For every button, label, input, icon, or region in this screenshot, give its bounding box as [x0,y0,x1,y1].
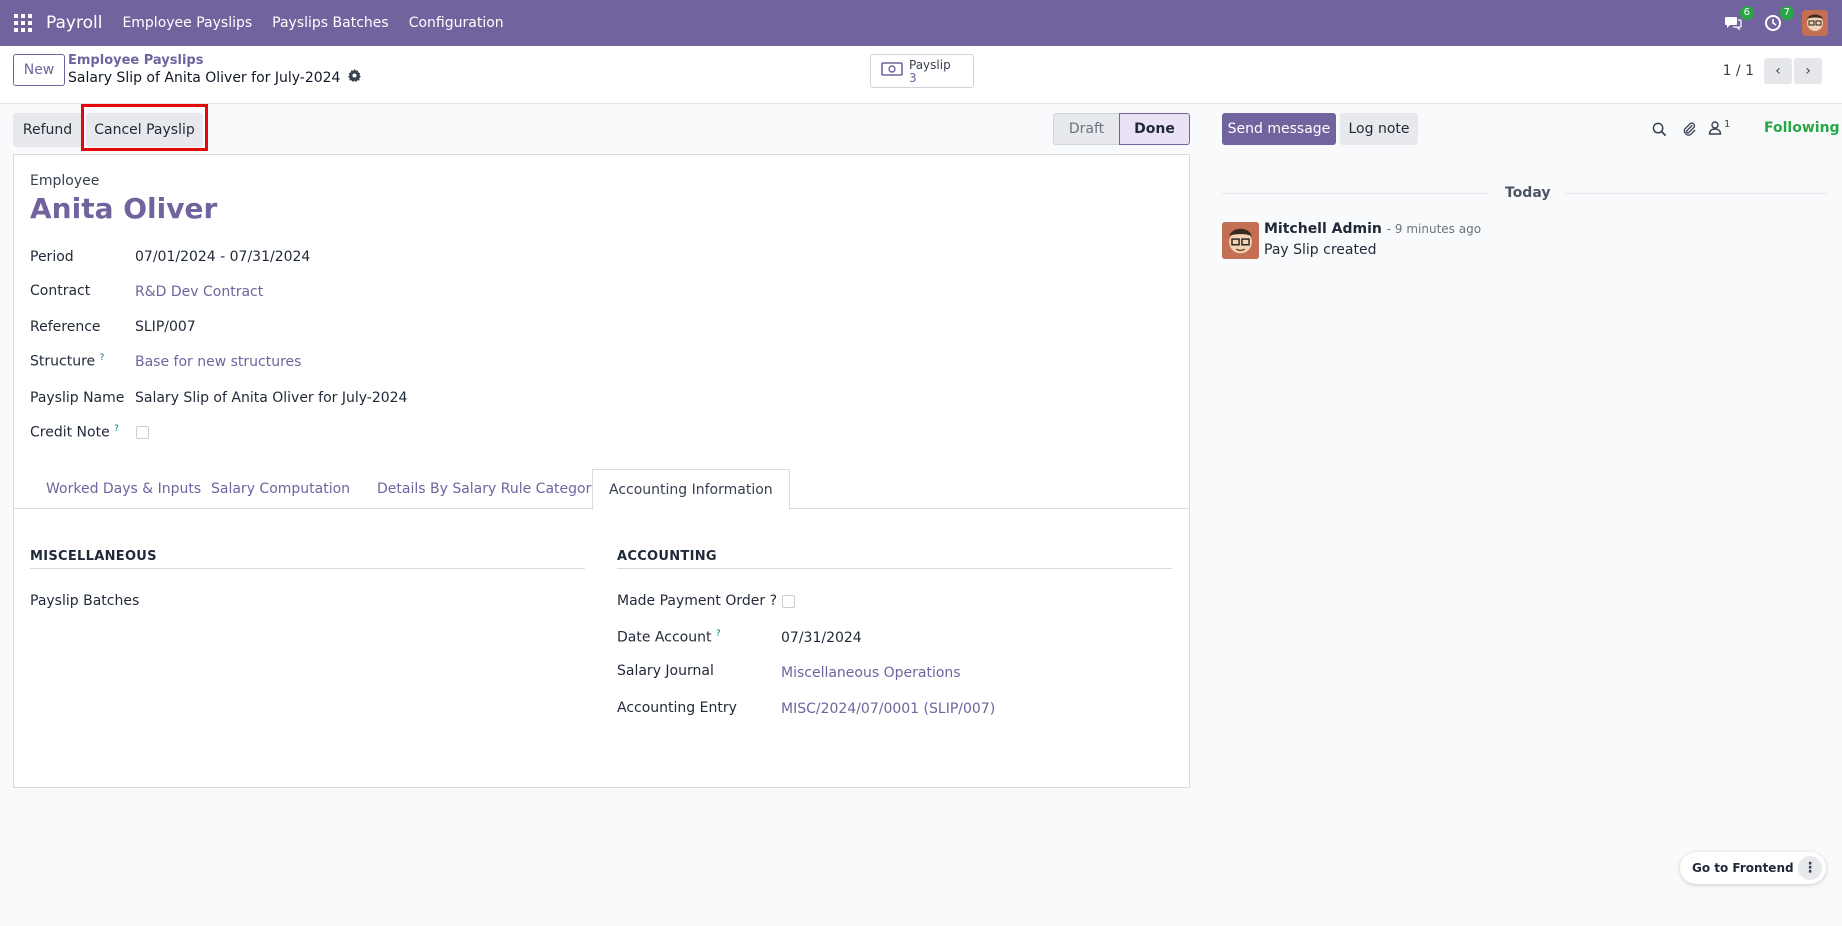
tab-details-by-category[interactable]: Details By Salary Rule Category [361,469,616,509]
log-note-button[interactable]: Log note [1340,113,1418,145]
contract-link[interactable]: R&D Dev Contract [135,284,263,300]
accounting-entry-label: Accounting Entry [617,700,737,716]
made-payment-checkbox[interactable] [782,595,795,608]
salary-journal-label: Salary Journal [617,663,714,679]
gear-icon[interactable] [348,69,362,86]
message-body: Pay Slip created [1264,242,1377,258]
accounting-title: ACCOUNTING [617,549,717,564]
employee-name[interactable]: Anita Oliver [30,192,217,225]
reference-label: Reference [30,319,101,335]
status-draft[interactable]: Draft [1053,113,1119,145]
form-sheet: Employee Anita Oliver Period 07/01/2024 … [13,154,1190,788]
employee-label: Employee [30,173,100,189]
activities-badge: 7 [1779,6,1794,20]
smart-button-label: Payslip [909,57,951,72]
message-author: Mitchell Admin - 9 minutes ago [1264,221,1481,237]
date-separator-label: Today [1505,185,1551,201]
tab-salary-computation[interactable]: Salary Computation [195,469,366,509]
payslip-name-value[interactable]: Salary Slip of Anita Oliver for July-202… [135,390,407,406]
credit-note-label-text: Credit Note [30,424,110,441]
highlight-box [81,104,208,151]
tab-worked-days[interactable]: Worked Days & Inputs [30,469,217,509]
money-bill-icon [881,62,903,80]
payslip-batches-label: Payslip Batches [30,593,140,609]
messages-icon[interactable]: 6 [1722,6,1754,34]
refund-button[interactable]: Refund [13,113,82,147]
menu-payslips-batches[interactable]: Payslips Batches [272,15,389,31]
structure-label-text: Structure [30,353,96,370]
breadcrumb-parent-link[interactable]: Employee Payslips [68,53,203,68]
followers-count: 1 [1724,118,1731,130]
date-separator-left [1222,193,1487,194]
following-button[interactable]: Following [1764,120,1840,136]
status-bar: Draft Done [1053,113,1190,145]
date-separator-right [1565,193,1827,194]
breadcrumb-current: Salary Slip of Anita Oliver for July-202… [68,69,362,86]
pager-value[interactable]: 1 / 1 [1723,63,1754,79]
structure-link[interactable]: Base for new structures [135,354,301,370]
breadcrumb-current-label: Salary Slip of Anita Oliver for July-202… [68,69,341,86]
credit-note-help-icon[interactable]: ? [114,424,119,434]
smart-button-count: 3 [909,70,917,85]
pager-next-button[interactable]: › [1794,58,1822,84]
credit-note-label: Credit Note ? [30,424,119,441]
message-author-name[interactable]: Mitchell Admin [1264,221,1382,237]
go-to-frontend-pill: Go to Frontend ⋮ [1680,852,1826,884]
followers-button[interactable]: 1 [1708,118,1742,139]
contract-label: Contract [30,283,91,299]
date-account-value[interactable]: 07/31/2024 [781,630,862,646]
search-icon[interactable] [1650,120,1668,138]
pager-previous-button[interactable]: ‹ [1764,58,1792,84]
control-panel: New Employee Payslips Salary Slip of Ani… [0,46,1842,104]
status-done[interactable]: Done [1119,113,1190,145]
message-author-avatar[interactable] [1222,222,1259,259]
paperclip-icon[interactable] [1680,120,1698,138]
new-button[interactable]: New [13,54,65,86]
notebook-tabs: Worked Days & Inputs Salary Computation … [14,469,1189,510]
date-account-help-icon[interactable]: ? [716,629,721,639]
accounting-divider [617,568,1172,569]
messages-badge: 6 [1739,6,1754,20]
period-label: Period [30,249,74,265]
salary-journal-link[interactable]: Miscellaneous Operations [781,665,961,681]
miscellaneous-title: MISCELLANEOUS [30,549,157,564]
date-account-label-text: Date Account [617,629,712,646]
apps-menu-icon[interactable] [14,14,32,32]
app-name[interactable]: Payroll [46,13,102,33]
reference-value[interactable]: SLIP/007 [135,319,196,335]
tab-accounting-information[interactable]: Accounting Information [592,469,790,510]
date-account-label: Date Account ? [617,629,721,646]
chevron-left-icon: ‹ [1775,63,1781,79]
accounting-entry-link[interactable]: MISC/2024/07/0001 (SLIP/007) [781,701,995,717]
period-value[interactable]: 07/01/2024 - 07/31/2024 [135,249,310,265]
pager: 1 / 1 ‹ › [1723,58,1822,84]
payslip-name-label: Payslip Name [30,390,125,406]
user-avatar[interactable] [1802,10,1828,36]
structure-label: Structure ? [30,353,104,370]
made-payment-label: Made Payment Order ? [617,593,778,609]
structure-help-icon[interactable]: ? [100,353,105,363]
more-options-icon[interactable]: ⋮ [1798,856,1822,880]
activities-clock-icon[interactable]: 7 [1762,6,1794,34]
send-message-button[interactable]: Send message [1222,113,1336,145]
user-icon [1708,120,1722,139]
credit-note-checkbox[interactable] [136,426,149,439]
chevron-right-icon: › [1805,63,1811,79]
miscellaneous-divider [30,568,585,569]
menu-configuration[interactable]: Configuration [409,15,504,31]
top-navbar: Payroll Employee Payslips Payslips Batch… [0,0,1842,46]
menu-employee-payslips[interactable]: Employee Payslips [122,15,252,31]
message-time: - 9 minutes ago [1386,222,1482,236]
payslip-smart-button[interactable]: Payslip 3 [870,54,974,88]
go-to-frontend-button[interactable]: Go to Frontend [1692,861,1794,875]
